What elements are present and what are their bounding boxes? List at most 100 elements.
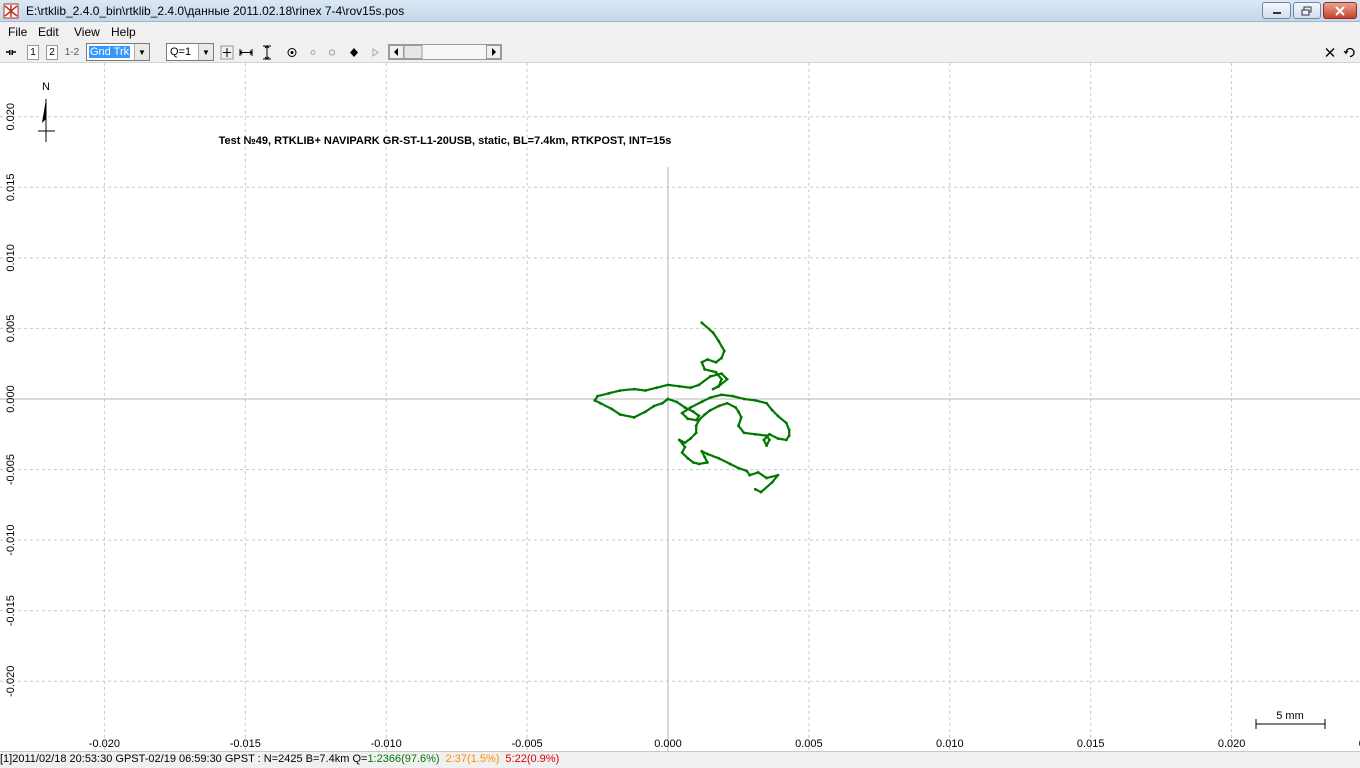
title-bar: E:\rtklib_2.4.0_bin\rtklib_2.4.0\данные … (0, 0, 1360, 22)
data-point (703, 455, 707, 459)
maximize-button[interactable] (1293, 2, 1321, 19)
data-point (660, 401, 664, 405)
data-point (655, 386, 659, 390)
data-point (697, 414, 701, 418)
connect-icon[interactable] (4, 45, 18, 60)
y-tick-label: 0.015 (5, 174, 17, 202)
ground-track-chart: -0.045-0.040-0.035-0.030-0.025-0.020-0.0… (0, 63, 1360, 751)
data-point (768, 432, 771, 436)
north-compass-icon: N (38, 81, 55, 142)
data-point (728, 462, 732, 466)
data-point (689, 406, 692, 409)
status-text: [1]2011/02/18 20:53:30 GPST-02/19 06:59:… (0, 753, 368, 765)
solution-1-button[interactable]: 1 (27, 45, 39, 60)
menu-view[interactable]: View (74, 25, 100, 39)
y-tick-label: 0.020 (5, 103, 17, 131)
restore-icon (1301, 6, 1312, 15)
data-point (720, 372, 723, 375)
solution-2-button[interactable]: 2 (46, 45, 58, 60)
toolbar: 1 2 1-2 Gnd Trk ▼ Q=1 ▼ (0, 41, 1360, 63)
data-point (666, 397, 670, 401)
ground-track-plot[interactable]: -0.045-0.040-0.035-0.030-0.025-0.020-0.0… (0, 63, 1360, 751)
data-point (598, 401, 602, 405)
data-point (666, 383, 670, 387)
chevron-down-icon: ▼ (134, 44, 149, 60)
app-icon[interactable] (3, 3, 19, 19)
data-point (697, 418, 701, 422)
status-q1: 1:2366(97.6%) (367, 753, 440, 765)
data-point (714, 360, 718, 364)
x-tick-label: -0.010 (371, 738, 402, 750)
fit-horizontal-icon[interactable] (239, 45, 253, 60)
data-point (711, 387, 715, 391)
grid-lines (0, 63, 1360, 751)
data-point (745, 469, 749, 473)
data-point (703, 413, 707, 416)
time-slider[interactable] (388, 44, 502, 60)
show-map-icon[interactable] (348, 45, 360, 60)
data-point (700, 321, 704, 325)
y-tick-label: 0.000 (5, 385, 17, 413)
scale-bar: 5 mm (1255, 710, 1326, 729)
data-point (644, 389, 647, 392)
x-tick-label: -0.020 (89, 738, 120, 750)
solution-1-2-button[interactable]: 1-2 (64, 45, 80, 60)
y-tick-label: -0.010 (5, 525, 17, 556)
data-point (677, 384, 681, 388)
data-point (725, 377, 729, 381)
data-point (784, 421, 788, 425)
fit-vertical-icon[interactable] (260, 45, 274, 60)
data-point (722, 349, 726, 353)
y-tick-label: -0.005 (5, 454, 17, 485)
data-point (737, 424, 740, 428)
close-icon[interactable] (1324, 45, 1336, 60)
data-point (691, 461, 695, 464)
data-point (776, 437, 780, 440)
data-point (610, 407, 614, 411)
data-point (717, 456, 721, 460)
x-tick-label: 0.010 (936, 738, 964, 750)
data-point (677, 438, 681, 442)
animate-icon[interactable] (370, 45, 380, 60)
data-point (703, 367, 707, 371)
data-point (683, 445, 687, 449)
data-point (686, 456, 690, 460)
plot-type-select[interactable]: Gnd Trk ▼ (86, 43, 150, 61)
center-origin-icon[interactable] (220, 45, 234, 60)
show-track-icon[interactable] (286, 45, 298, 60)
minimize-button[interactable] (1262, 2, 1291, 19)
data-point (700, 449, 704, 453)
data-point (618, 389, 622, 392)
data-point (765, 476, 769, 480)
close-window-button[interactable] (1323, 2, 1357, 19)
data-point (694, 424, 698, 428)
show-points-icon[interactable] (308, 45, 318, 60)
data-point (700, 360, 704, 364)
data-point (742, 397, 746, 401)
data-point (720, 377, 723, 381)
menu-help[interactable]: Help (111, 25, 136, 39)
show-skip-icon[interactable] (327, 45, 337, 60)
quality-select[interactable]: Q=1 ▼ (166, 43, 214, 61)
data-point (708, 408, 712, 412)
data-point (683, 406, 687, 409)
status-bar: [1]2011/02/18 20:53:30 GPST-02/19 06:59:… (0, 751, 1360, 768)
data-point (784, 438, 788, 442)
menu-edit[interactable]: Edit (38, 25, 59, 39)
data-point (731, 394, 735, 398)
data-point (632, 387, 636, 391)
data-point (706, 452, 709, 456)
data-point (706, 358, 709, 361)
data-point (737, 466, 740, 470)
north-label: N (42, 81, 50, 93)
quality-value: Q=1 (170, 46, 192, 58)
data-point (770, 408, 774, 412)
menu-file[interactable]: File (8, 25, 27, 39)
window-title: E:\rtklib_2.4.0_bin\rtklib_2.4.0\данные … (26, 4, 405, 18)
reload-icon[interactable] (1343, 45, 1357, 60)
chevron-down-icon: ▼ (198, 44, 213, 60)
data-point (632, 415, 636, 419)
data-point (765, 434, 769, 438)
data-point (652, 404, 656, 408)
data-point (720, 393, 723, 397)
